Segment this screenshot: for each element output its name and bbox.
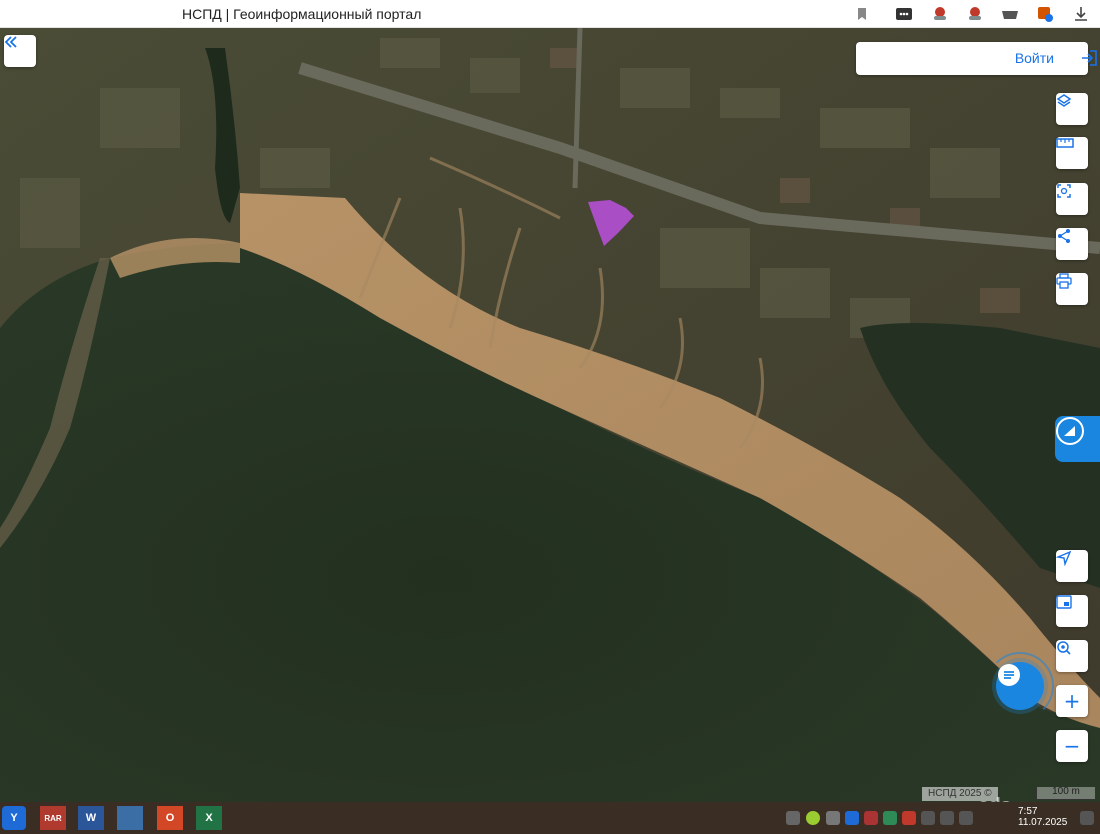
tray-sync-icon[interactable] (786, 811, 800, 825)
print-button[interactable] (1056, 273, 1088, 305)
tray-display-icon[interactable] (940, 811, 954, 825)
extensions-icon[interactable] (894, 4, 914, 24)
clock-date: 11.07.2025 (1018, 817, 1068, 828)
scale-bar: 100 m (1036, 787, 1096, 800)
print-icon (1056, 273, 1072, 289)
taskbar-app-excel[interactable]: X (196, 806, 222, 830)
excel-icon: X (205, 812, 213, 824)
map-imagery (0, 28, 1100, 802)
tray-app-icon[interactable] (864, 811, 878, 825)
search-location-button[interactable] (1056, 640, 1088, 672)
zoom-in-label: + (1063, 689, 1081, 713)
powerpoint-icon: O (165, 812, 175, 824)
layers-button[interactable] (1056, 93, 1088, 125)
profile-alt-icon[interactable] (965, 4, 985, 24)
clock[interactable]: 7:57 11.07.2025 (1018, 806, 1067, 828)
badge-icon[interactable] (1035, 4, 1055, 24)
tray-status-icon[interactable] (806, 811, 820, 825)
download-icon[interactable] (1071, 4, 1091, 24)
select-area-button[interactable] (1056, 183, 1088, 215)
taskbar-app-word[interactable]: W (78, 806, 104, 830)
watermark: ads (978, 795, 1011, 802)
zoom-in-button[interactable]: + (1056, 685, 1088, 717)
start-button[interactable]: Y (2, 806, 26, 830)
clock-time: 7:57 (1018, 806, 1038, 817)
side-panel-tab[interactable] (1055, 416, 1100, 462)
page-title: НСПД | Геоинформационный портал (182, 6, 422, 22)
word-icon: W (85, 812, 97, 824)
login-label: Войти (1014, 50, 1054, 66)
tray-network-icon[interactable] (921, 811, 935, 825)
locate-icon (1056, 550, 1072, 566)
tray-antivirus-icon[interactable] (902, 811, 916, 825)
locate-button[interactable] (1056, 550, 1088, 582)
select-area-icon (1057, 184, 1071, 198)
taskbar: Y RAR W O X 7:57 11.07.2025 (0, 802, 1100, 834)
tray-shield-icon[interactable] (883, 811, 897, 825)
double-chevron-left-icon (4, 36, 17, 48)
archiver-icon: RAR (44, 813, 62, 823)
browser-titlebar: НСПД | Геоинформационный портал (0, 0, 1100, 28)
downloads-drawer-icon[interactable] (1000, 4, 1020, 24)
chat-icon (998, 664, 1020, 686)
taskbar-app-network-tool[interactable] (117, 806, 143, 830)
share-icon (1058, 229, 1070, 243)
login-button[interactable]: Войти (856, 42, 1097, 75)
notifications-icon[interactable] (1080, 811, 1094, 825)
ruler-icon (1056, 138, 1074, 148)
tray-microphone-icon[interactable] (826, 811, 840, 825)
zoom-out-button[interactable]: − (1056, 730, 1088, 762)
chat-button[interactable] (996, 662, 1044, 710)
picture-in-picture-icon (1056, 595, 1072, 609)
zoom-out-label: − (1063, 734, 1081, 758)
taskbar-app-powerpoint[interactable]: O (157, 806, 183, 830)
collapse-panel-button[interactable] (4, 35, 36, 67)
search-location-icon (1057, 641, 1071, 655)
picture-in-picture-button[interactable] (1056, 595, 1088, 627)
taskbar-app-archiver[interactable]: RAR (40, 806, 66, 830)
share-button[interactable] (1056, 228, 1088, 260)
tray-volume-icon[interactable] (959, 811, 973, 825)
bookmark-icon[interactable] (852, 4, 872, 24)
logo-icon (1056, 417, 1084, 445)
profile-icon[interactable] (930, 4, 950, 24)
tray-browser-icon[interactable] (845, 811, 859, 825)
ruler-button[interactable] (1056, 137, 1088, 169)
satellite-map[interactable]: Войти + − НСПД 2025 © 100 m (0, 28, 1100, 802)
layers-icon (1056, 94, 1072, 107)
